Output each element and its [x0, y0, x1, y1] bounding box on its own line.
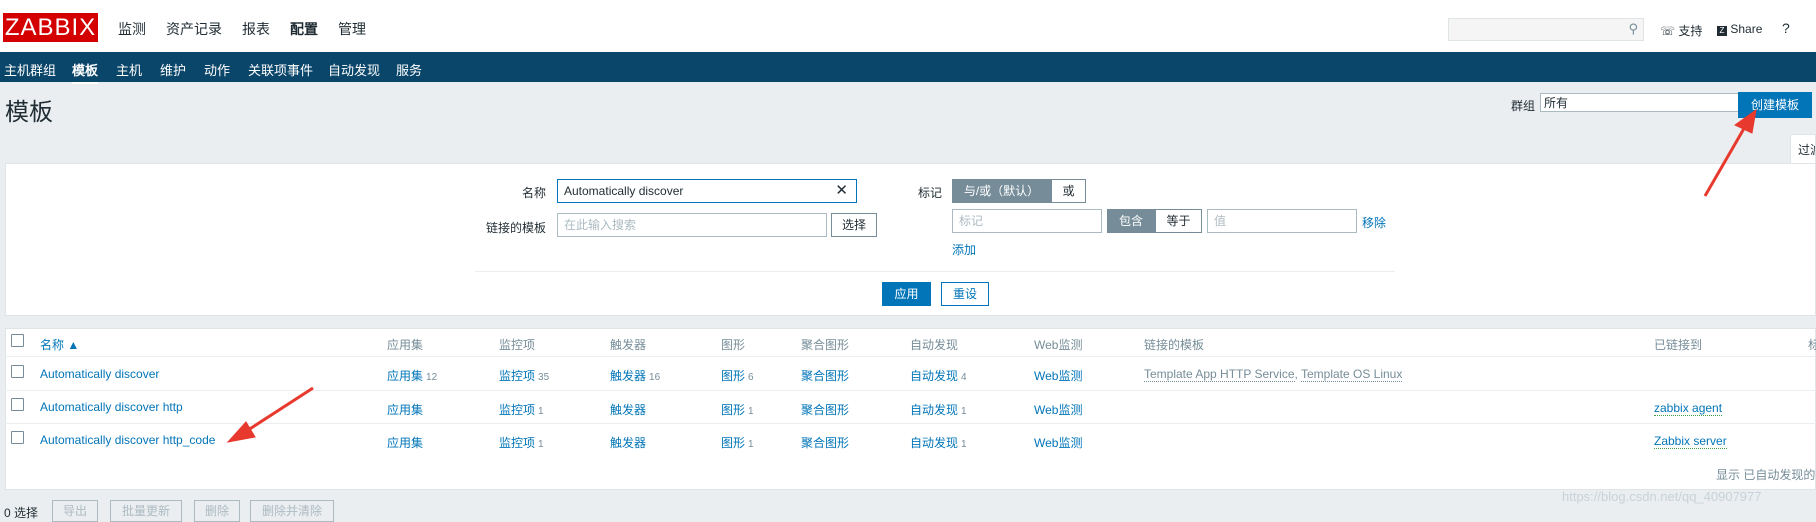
annotation-arrow-create [1703, 124, 1748, 197]
annotation-arrowhead-create [1734, 108, 1757, 134]
annotation-arrow-http-code [244, 386, 314, 434]
annotation-arrowhead-http-code [226, 421, 256, 443]
annotation-arrows [226, 108, 1757, 443]
